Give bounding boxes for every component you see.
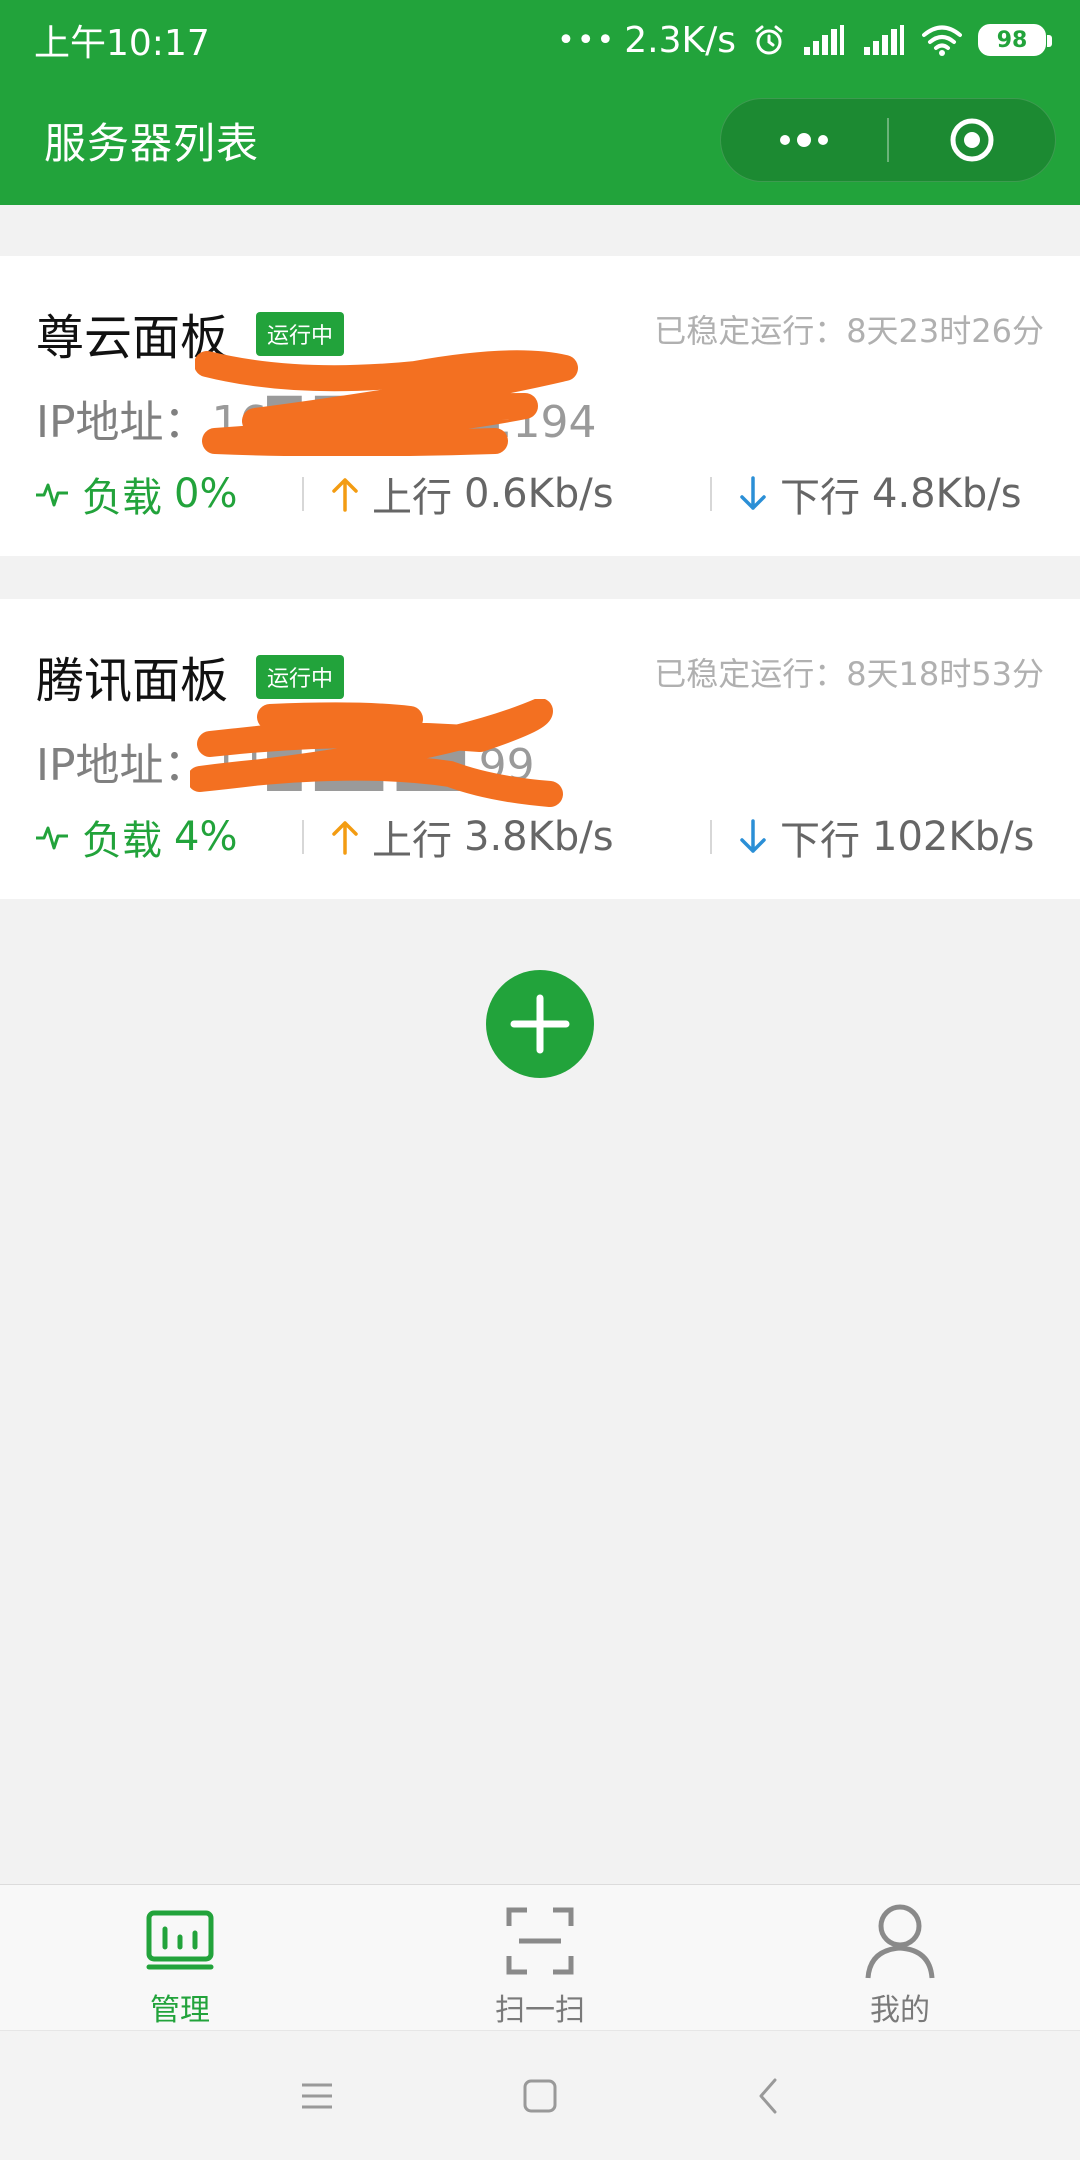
ip-address-row: IP地址：11█.██.██.99 — [36, 729, 535, 793]
arrow-up-icon — [332, 478, 358, 512]
tab-scan[interactable]: 扫一扫 — [450, 1885, 630, 2031]
target-circle-icon — [950, 118, 994, 162]
stat-divider — [710, 820, 712, 854]
system-home-button[interactable] — [505, 2061, 575, 2131]
server-name: 腾讯面板 — [36, 653, 229, 709]
home-square-icon — [523, 2079, 557, 2113]
ip-value: 11█.██.██.99 — [211, 740, 535, 791]
wifi-icon — [922, 24, 962, 56]
tab-bar: 管理 扫一扫 我的 — [0, 1884, 1080, 2030]
alarm-icon — [752, 23, 786, 57]
status-badge: 运行中 — [256, 312, 345, 356]
system-nav-bar — [0, 2030, 1080, 2160]
server-card[interactable]: 腾讯面板 运行中 已稳定运行：8天18时53分 IP地址：11█.██.██.9… — [0, 599, 1080, 899]
more-button[interactable] — [721, 99, 887, 181]
ip-address-row: IP地址：16█.██.███.194 — [36, 386, 596, 450]
tab-manage[interactable]: 管理 — [90, 1885, 270, 2031]
load-label: 负载 — [82, 475, 162, 521]
more-dots-icon — [780, 133, 828, 147]
more-indicator-icon: ••• — [557, 22, 617, 58]
add-server-button[interactable] — [486, 970, 594, 1078]
stats-row: 负载 4% 上行 3.8Kb/s 下行 102Kb/s — [34, 807, 1046, 867]
mini-program-capsule — [720, 98, 1056, 182]
status-time: 上午10:17 — [34, 23, 210, 64]
network-speed: 2.3K/s — [624, 19, 736, 61]
upload-stat: 上行 0.6Kb/s — [330, 465, 710, 523]
arrow-down-icon — [740, 819, 766, 853]
dashboard-icon — [145, 1899, 215, 1983]
ip-label: IP地址： — [36, 397, 208, 448]
top-bar: 上午10:17 ••• 2.3K/s 98 服务器列表 — [0, 0, 1080, 205]
download-value: 102Kb/s — [872, 814, 1035, 860]
battery-icon: 98 — [978, 24, 1052, 56]
download-stat: 下行 102Kb/s — [738, 808, 1034, 866]
user-icon — [864, 1899, 936, 1983]
load-label: 负载 — [82, 818, 162, 864]
upload-stat: 上行 3.8Kb/s — [330, 808, 710, 866]
arrow-up-icon — [332, 821, 358, 855]
load-stat: 负载 4% — [34, 808, 302, 866]
tab-label: 管理 — [150, 1993, 210, 2028]
ip-value: 16█.██.███.194 — [211, 397, 597, 448]
server-card[interactable]: 尊云面板 运行中 已稳定运行：8天23时26分 IP地址：16█.██.███.… — [0, 256, 1080, 556]
tab-mine[interactable]: 我的 — [810, 1885, 990, 2031]
load-stat: 负载 0% — [34, 465, 302, 523]
status-indicators: ••• 2.3K/s 98 — [557, 19, 1052, 61]
stat-divider — [710, 477, 712, 511]
nav-bar: 服务器列表 — [0, 90, 1080, 190]
system-back-button[interactable] — [733, 2061, 803, 2131]
scan-icon — [505, 1899, 575, 1983]
download-value: 4.8Kb/s — [872, 471, 1022, 517]
close-mini-program-button[interactable] — [889, 99, 1055, 181]
page-title: 服务器列表 — [44, 118, 260, 168]
menu-icon — [302, 2083, 332, 2109]
tab-label: 我的 — [870, 1993, 930, 2028]
upload-label: 上行 — [372, 818, 452, 864]
upload-label: 上行 — [372, 475, 452, 521]
stats-row: 负载 0% 上行 0.6Kb/s 下行 4.8Kb/s — [34, 464, 1046, 524]
signal-2-icon — [862, 25, 906, 55]
load-value: 0% — [174, 471, 238, 517]
status-bar: 上午10:17 ••• 2.3K/s 98 — [0, 0, 1080, 80]
system-menu-button[interactable] — [282, 2061, 352, 2131]
load-value: 4% — [174, 814, 238, 860]
signal-1-icon — [802, 25, 846, 55]
tab-label: 扫一扫 — [495, 1993, 585, 2028]
heartbeat-icon — [36, 826, 68, 850]
server-name: 尊云面板 — [36, 310, 229, 366]
arrow-down-icon — [740, 476, 766, 510]
uptime-text: 已稳定运行：8天23时26分 — [654, 312, 1044, 350]
stat-divider — [302, 820, 304, 854]
download-label: 下行 — [780, 818, 860, 864]
back-chevron-icon — [759, 2078, 777, 2114]
download-label: 下行 — [780, 475, 860, 521]
stat-divider — [302, 477, 304, 511]
uptime-text: 已稳定运行：8天18时53分 — [654, 655, 1044, 693]
ip-label: IP地址： — [36, 740, 208, 791]
download-stat: 下行 4.8Kb/s — [738, 465, 1022, 523]
upload-value: 3.8Kb/s — [464, 814, 614, 860]
upload-value: 0.6Kb/s — [464, 471, 614, 517]
heartbeat-icon — [36, 483, 68, 507]
status-badge: 运行中 — [256, 655, 345, 699]
plus-icon — [510, 994, 570, 1054]
